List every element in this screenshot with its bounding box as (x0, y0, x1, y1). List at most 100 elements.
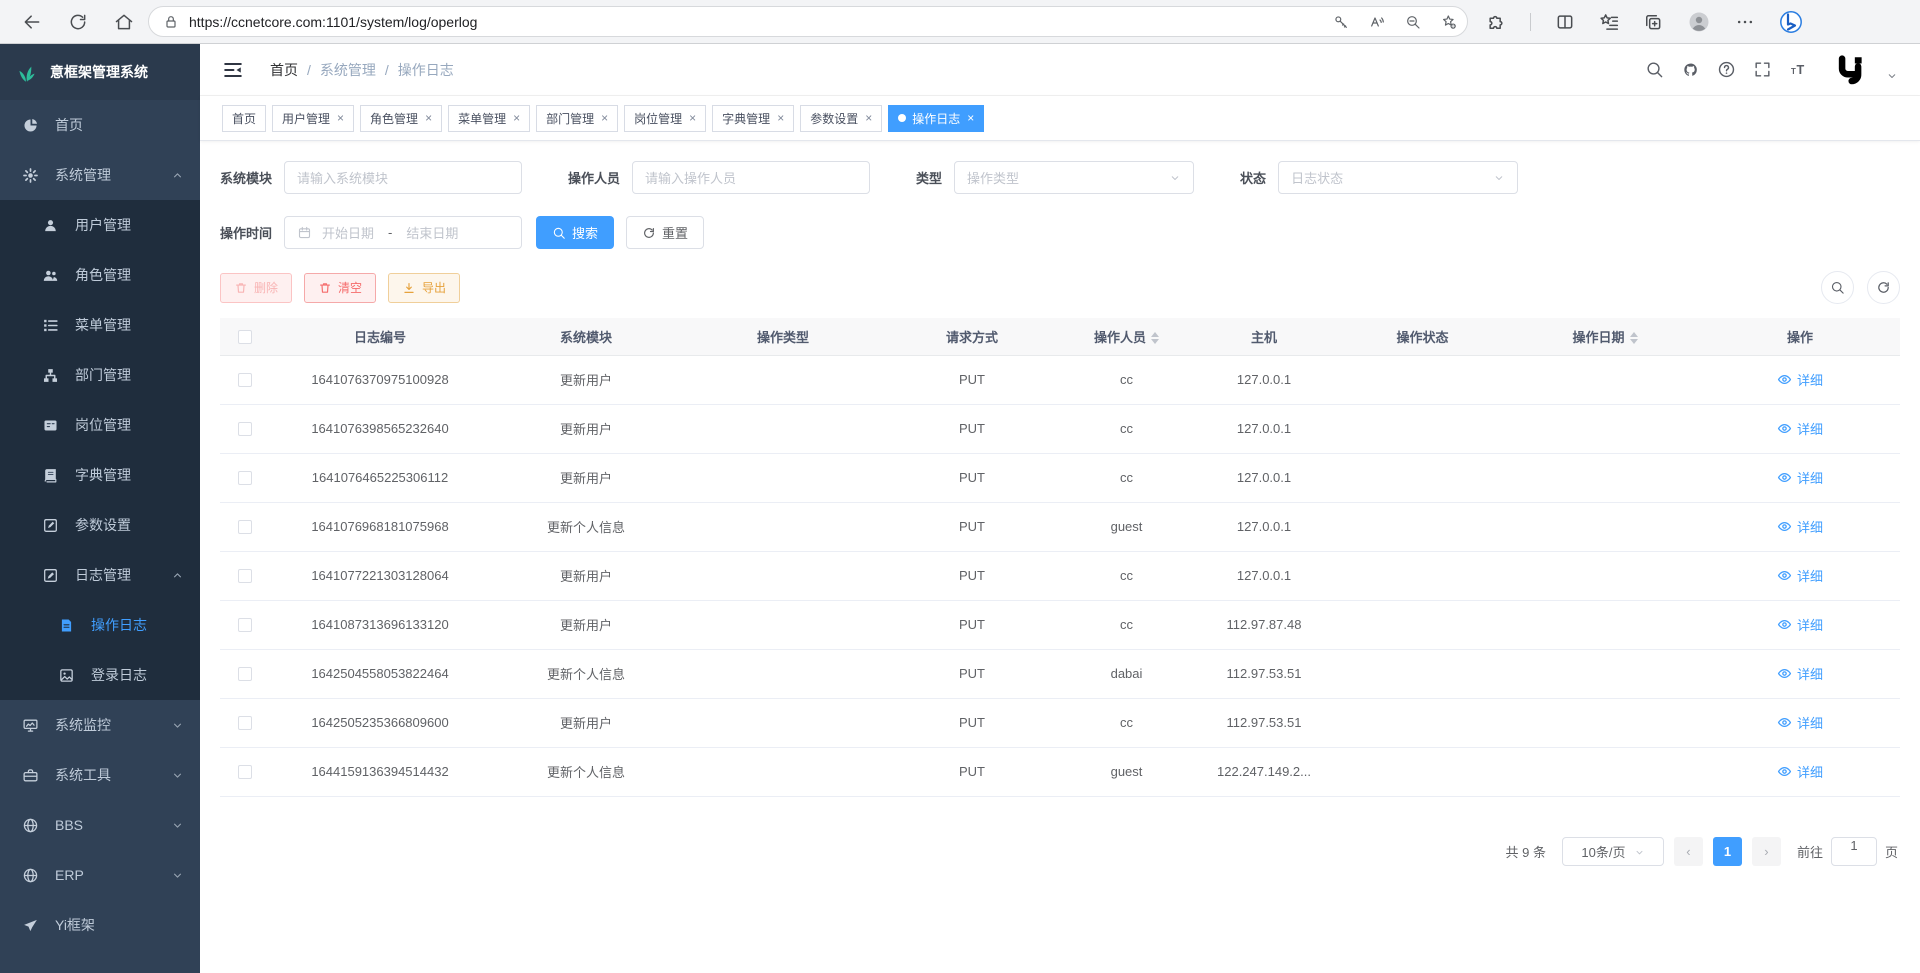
detail-link[interactable]: 详细 (1777, 419, 1823, 438)
export-button[interactable]: 导出 (388, 273, 460, 303)
sidebar-item-erp[interactable]: ERP (0, 850, 200, 900)
row-checkbox[interactable] (238, 667, 252, 681)
sidebar-item-home[interactable]: 首页 (0, 100, 200, 150)
url-text[interactable]: https://ccnetcore.com:1101/system/log/op… (189, 14, 1333, 30)
sidebar-item-role-mgmt[interactable]: 角色管理 (0, 250, 200, 300)
operator-input[interactable]: 请输入操作人员 (632, 161, 870, 194)
refresh-table-button[interactable] (1867, 271, 1900, 304)
sidebar-item-system-mgmt[interactable]: 系统管理 (0, 150, 200, 200)
detail-link[interactable]: 详细 (1777, 517, 1823, 536)
split-screen-icon[interactable] (1555, 12, 1575, 32)
sort-icon[interactable] (1151, 332, 1159, 344)
sidebar-item-user-mgmt[interactable]: 用户管理 (0, 200, 200, 250)
zoom-out-icon[interactable] (1405, 14, 1421, 30)
row-checkbox[interactable] (238, 520, 252, 534)
sidebar-item-dict-mgmt[interactable]: 字典管理 (0, 450, 200, 500)
tab-参数设置[interactable]: 参数设置× (800, 105, 882, 132)
detail-link[interactable]: 详细 (1777, 615, 1823, 634)
bing-icon[interactable] (1779, 10, 1803, 34)
sidebar-item-oper-log[interactable]: 操作日志 (0, 600, 200, 650)
status-select[interactable]: 日志状态 (1278, 161, 1518, 194)
tab-部门管理[interactable]: 部门管理× (536, 105, 618, 132)
sidebar-item-post-mgmt[interactable]: 岗位管理 (0, 400, 200, 450)
sidebar-item-log-mgmt[interactable]: 日志管理 (0, 550, 200, 600)
clear-button[interactable]: 清空 (304, 273, 376, 303)
row-checkbox[interactable] (238, 471, 252, 485)
close-icon[interactable]: × (967, 112, 974, 124)
close-icon[interactable]: × (337, 112, 344, 124)
breadcrumb-home[interactable]: 首页 (270, 60, 298, 80)
favorites-bar-icon[interactable] (1599, 12, 1619, 32)
key-icon[interactable] (1333, 14, 1349, 30)
read-aloud-icon[interactable] (1369, 14, 1385, 30)
select-all-checkbox[interactable] (238, 330, 252, 344)
chevron-down-icon[interactable] (1886, 69, 1898, 81)
profile-avatar[interactable] (1687, 10, 1711, 34)
reset-button[interactable]: 重置 (626, 216, 704, 249)
tab-字典管理[interactable]: 字典管理× (712, 105, 794, 132)
home-icon[interactable] (114, 12, 134, 32)
sidebar-item-dept-mgmt[interactable]: 部门管理 (0, 350, 200, 400)
collections-icon[interactable] (1643, 12, 1663, 32)
tab-用户管理[interactable]: 用户管理× (272, 105, 354, 132)
row-checkbox[interactable] (238, 569, 252, 583)
hamburger-icon[interactable] (222, 59, 244, 81)
type-select[interactable]: 操作类型 (954, 161, 1194, 194)
close-icon[interactable]: × (601, 112, 608, 124)
page-number-1[interactable]: 1 (1713, 837, 1742, 866)
sidebar-item-login-log[interactable]: 登录日志 (0, 650, 200, 700)
tab-菜单管理[interactable]: 菜单管理× (448, 105, 530, 132)
detail-link[interactable]: 详细 (1777, 713, 1823, 732)
detail-link[interactable]: 详细 (1777, 664, 1823, 683)
show-search-button[interactable] (1821, 271, 1854, 304)
sidebar-item-system-tools[interactable]: 系统工具 (0, 750, 200, 800)
more-icon[interactable] (1735, 12, 1755, 32)
sidebar-item-system-monitor[interactable]: 系统监控 (0, 700, 200, 750)
close-icon[interactable]: × (425, 112, 432, 124)
sidebar-item-bbs[interactable]: BBS (0, 800, 200, 850)
row-checkbox[interactable] (238, 618, 252, 632)
page-size-select[interactable]: 10条/页 (1562, 837, 1664, 866)
date-range-input[interactable]: 开始日期 - 结束日期 (284, 216, 522, 249)
back-icon[interactable] (22, 12, 42, 32)
row-checkbox[interactable] (238, 373, 252, 387)
github-icon[interactable] (1681, 60, 1700, 79)
search-icon[interactable] (1645, 60, 1664, 79)
detail-link[interactable]: 详细 (1777, 566, 1823, 585)
close-icon[interactable]: × (865, 112, 872, 124)
help-icon[interactable] (1717, 60, 1736, 79)
favorite-add-icon[interactable] (1441, 14, 1457, 30)
font-size-icon[interactable]: TT (1789, 60, 1808, 79)
yi-logo-icon[interactable] (1835, 53, 1869, 87)
close-icon[interactable]: × (513, 112, 520, 124)
address-bar[interactable]: https://ccnetcore.com:1101/system/log/op… (148, 6, 1468, 37)
goto-page-input[interactable]: 1 (1831, 837, 1877, 866)
search-button[interactable]: 搜索 (536, 216, 614, 249)
refresh-icon[interactable] (68, 12, 88, 32)
detail-link[interactable]: 详细 (1777, 370, 1823, 389)
tab-首页[interactable]: 首页 (222, 105, 266, 132)
tab-角色管理[interactable]: 角色管理× (360, 105, 442, 132)
tab-操作日志[interactable]: 操作日志× (888, 105, 984, 132)
row-checkbox[interactable] (238, 765, 252, 779)
module-input[interactable]: 请输入系统模块 (284, 161, 522, 194)
detail-link[interactable]: 详细 (1777, 762, 1823, 781)
tab-岗位管理[interactable]: 岗位管理× (624, 105, 706, 132)
sidebar-item-menu-mgmt[interactable]: 菜单管理 (0, 300, 200, 350)
next-page-button[interactable]: › (1752, 837, 1781, 866)
delete-button[interactable]: 删除 (220, 273, 292, 303)
prev-page-button[interactable]: ‹ (1674, 837, 1703, 866)
sidebar-logo[interactable]: 意框架管理系统 (0, 44, 200, 100)
sidebar-item-param-settings[interactable]: 参数设置 (0, 500, 200, 550)
column-header[interactable]: 操作人员 (1060, 318, 1193, 355)
detail-link[interactable]: 详细 (1777, 468, 1823, 487)
sidebar-item-yi-framework[interactable]: Yi框架 (0, 900, 200, 950)
close-icon[interactable]: × (777, 112, 784, 124)
fullscreen-icon[interactable] (1753, 60, 1772, 79)
extensions-icon[interactable] (1486, 12, 1506, 32)
sort-icon[interactable] (1630, 332, 1638, 344)
row-checkbox[interactable] (238, 716, 252, 730)
row-checkbox[interactable] (238, 422, 252, 436)
column-header[interactable]: 操作日期 (1510, 318, 1700, 355)
close-icon[interactable]: × (689, 112, 696, 124)
